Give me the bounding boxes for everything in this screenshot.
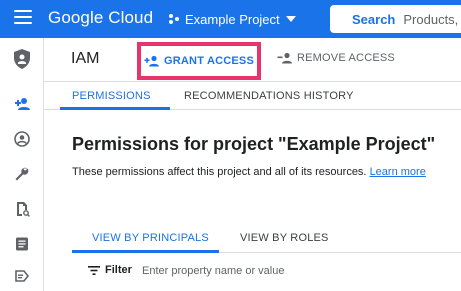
project-name: Example Project	[185, 11, 280, 27]
active-tab-indicator	[60, 107, 170, 110]
page-header: IAM GRANT ACCESS REMOVE ACCESS	[44, 38, 461, 82]
add-person-icon	[144, 55, 159, 67]
tab-view-by-roles[interactable]: VIEW BY ROLES	[240, 232, 329, 244]
page-title: IAM	[71, 50, 100, 67]
iam-tabs: PERMISSIONS RECOMMENDATIONS HISTORY	[44, 82, 461, 110]
filter-label: Filter	[105, 264, 132, 276]
app-root: Google Cloud Example Project Search Prod…	[0, 0, 461, 291]
account-circle-icon[interactable]	[14, 131, 30, 147]
description-text: These permissions affect this project an…	[72, 166, 367, 178]
policy-doc-icon[interactable]	[14, 201, 30, 217]
active-view-tab-indicator	[72, 250, 219, 253]
permissions-description: These permissions affect this project an…	[72, 166, 426, 178]
left-nav-rail	[0, 38, 44, 291]
filter-icon	[88, 265, 100, 275]
remove-access-button[interactable]: REMOVE ACCESS	[277, 52, 395, 64]
grant-access-button[interactable]: GRANT ACCESS	[137, 42, 261, 80]
iam-shield-icon	[14, 49, 30, 69]
tab-recommendations-history[interactable]: RECOMMENDATIONS HISTORY	[184, 90, 354, 102]
filter-input[interactable]	[142, 262, 442, 280]
search-label: Search	[352, 11, 396, 27]
document-icon[interactable]	[14, 236, 30, 252]
remove-access-label: REMOVE ACCESS	[297, 52, 395, 64]
label-icon[interactable]	[14, 268, 30, 284]
brand-logo[interactable]: Google Cloud	[48, 8, 153, 28]
search-input[interactable]: Search Products, resources, docs (/)	[330, 5, 461, 33]
permissions-title: Permissions for project "Example Project…	[72, 134, 436, 154]
filter-button[interactable]: Filter	[88, 264, 132, 276]
menu-icon[interactable]	[14, 10, 32, 26]
search-placeholder: Products, resources, docs (/)	[403, 11, 461, 27]
chevron-down-icon	[285, 16, 296, 22]
top-bar: Google Cloud Example Project Search Prod…	[0, 0, 461, 38]
tab-permissions[interactable]: PERMISSIONS	[72, 90, 151, 102]
remove-person-icon	[277, 52, 292, 64]
grant-access-label: GRANT ACCESS	[164, 55, 254, 67]
project-selector[interactable]: Example Project	[168, 10, 301, 28]
project-dots-icon	[169, 14, 179, 24]
add-person-icon[interactable]	[14, 96, 30, 112]
tab-view-by-principals[interactable]: VIEW BY PRINCIPALS	[92, 232, 209, 244]
learn-more-link[interactable]: Learn more	[370, 166, 426, 178]
wrench-icon[interactable]	[14, 166, 30, 182]
